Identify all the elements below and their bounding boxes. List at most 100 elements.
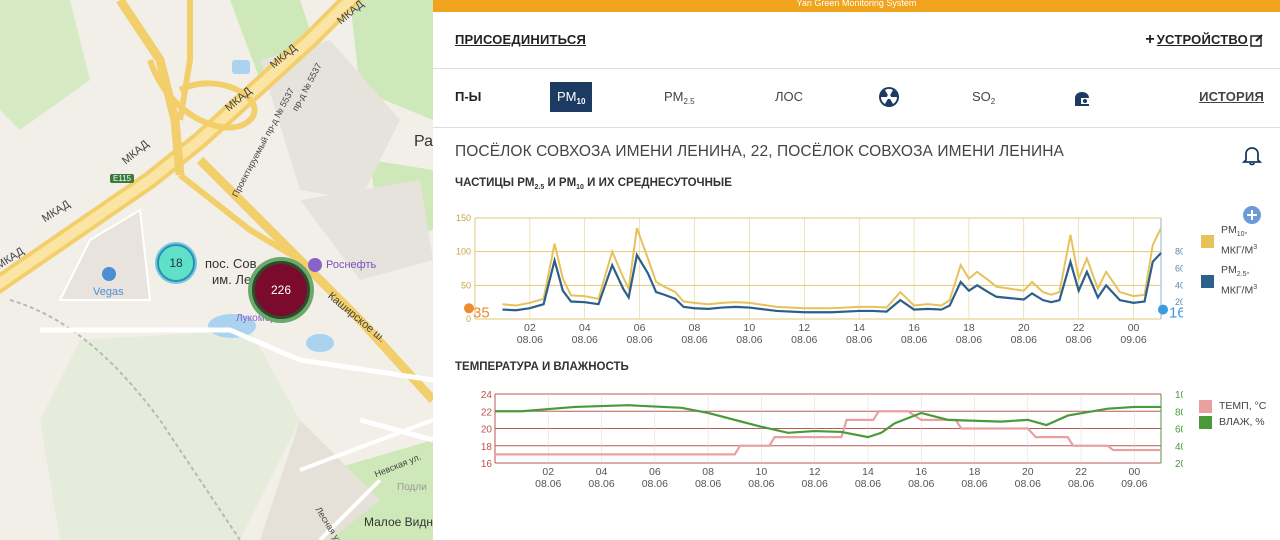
legend-pm10[interactable]: PM10, МКГ/М3	[1221, 224, 1257, 258]
pm-chart[interactable]: 050100150204060800208.060408.060608.0608…	[433, 205, 1183, 355]
station-panel: Yan Green Monitoring System ПРИСОЕДИНИТЬ…	[433, 0, 1280, 540]
x-tick-label: 00	[1129, 466, 1141, 478]
map-cluster-marker[interactable]: 226	[252, 261, 310, 319]
x-tick-label: 16	[908, 322, 920, 334]
add-device-button[interactable]: + УСТРОЙСТВО	[1145, 31, 1264, 47]
bell-icon[interactable]	[1241, 144, 1263, 166]
zoom-in-icon[interactable]	[1242, 205, 1262, 225]
title-part: ЧАСТИЦЫ PM	[455, 177, 535, 189]
x-tick-label: 08.06	[961, 478, 987, 490]
map-cluster-marker[interactable]: 18	[157, 244, 195, 282]
x-tick-label: 08.06	[855, 478, 881, 490]
x-tick-label: 16	[915, 466, 927, 478]
cluster-count: 226	[270, 283, 292, 297]
tab-radiation[interactable]	[878, 86, 900, 108]
x-tick-label: 08.06	[588, 478, 614, 490]
x-tick-label: 09.06	[1121, 478, 1147, 490]
legend-hum[interactable]: ВЛАЖ, %	[1219, 416, 1265, 429]
x-tick-label: 10	[756, 466, 768, 478]
x-tick-label: 08.06	[736, 334, 762, 346]
y-tick-label-right: 80	[1175, 407, 1183, 418]
x-tick-label: 12	[798, 322, 810, 334]
x-tick-label: 09.06	[1120, 334, 1146, 346]
x-tick-label: 04	[596, 466, 608, 478]
station-address: ПОСЁЛОК СОВХОЗА ИМЕНИ ЛЕНИНА, 22, ПОСЁЛО…	[455, 143, 1064, 160]
legend-sup: 3	[1253, 244, 1258, 251]
tab-pm10[interactable]: PM10	[550, 82, 593, 112]
x-tick-label: 22	[1073, 322, 1085, 334]
tab-label: PM	[664, 89, 684, 104]
radiation-icon	[879, 87, 899, 107]
shop-icon	[102, 267, 116, 281]
tab-label: SO	[972, 89, 991, 104]
legend-sup: 3	[1253, 284, 1258, 291]
top-banner: Yan Green Monitoring System	[433, 0, 1280, 12]
x-tick-label: 08.06	[535, 478, 561, 490]
panel-header: ПРИСОЕДИНИТЬСЯ + УСТРОЙСТВО	[455, 31, 1264, 48]
y-tick-label-left: 16	[481, 459, 493, 470]
tab-voc[interactable]: ЛОС	[775, 82, 803, 112]
tab-gas[interactable]	[1071, 86, 1093, 108]
cluster-count: 18	[169, 256, 183, 270]
divider	[433, 68, 1280, 69]
y-tick-label-left: 20	[481, 425, 493, 436]
tab-particles[interactable]: П-Ы	[455, 82, 481, 112]
y-tick-label-right: 20	[1175, 459, 1183, 470]
y-tick-label-right: 40	[1175, 442, 1183, 453]
map-label-settlement: Ра	[414, 133, 433, 150]
history-link[interactable]: ИСТОРИЯ	[1199, 82, 1264, 112]
legend-swatch-hum	[1199, 416, 1212, 429]
add-device-label: УСТРОЙСТВО	[1156, 32, 1248, 47]
x-tick-label: 08.06	[1068, 478, 1094, 490]
current-pm25-dot	[1158, 304, 1168, 315]
x-tick-label: 02	[542, 466, 554, 478]
x-tick-label: 00	[1128, 322, 1140, 334]
tab-label: ЛОС	[775, 89, 804, 104]
temp-humidity-chart[interactable]: 1618202224204060801000208.060408.060608.…	[433, 385, 1183, 495]
fuel-station-icon	[308, 258, 322, 272]
y-tick-label-left: 150	[456, 213, 471, 223]
x-tick-label: 10	[744, 322, 756, 334]
x-tick-label: 08.06	[1011, 334, 1037, 346]
x-tick-label: 14	[853, 322, 865, 334]
legend-swatch-pm25	[1201, 275, 1214, 288]
tab-label-sub: 2	[990, 97, 996, 106]
tab-label: PM	[557, 89, 577, 104]
tab-pm25[interactable]: PM2.5	[664, 82, 695, 112]
legend-pm25[interactable]: PM2.5, МКГ/М3	[1221, 264, 1257, 298]
x-tick-label: 08.06	[1066, 334, 1092, 346]
y-tick-label-right: 60	[1175, 425, 1183, 436]
y-tick-label-right: 40	[1175, 280, 1183, 290]
title-sub: 2.5	[534, 184, 545, 191]
map-label-poi: Роснефть	[326, 259, 377, 271]
x-tick-label: 20	[1022, 466, 1034, 478]
y-tick-label-left: 18	[481, 442, 493, 453]
legend-temp[interactable]: ТЕМП, °C	[1219, 400, 1266, 413]
x-tick-label: 18	[963, 322, 975, 334]
title-part: И PM	[544, 177, 577, 189]
title-part: И ИХ СРЕДНЕСУТОЧНЫЕ	[583, 177, 732, 189]
join-link[interactable]: ПРИСОЕДИНИТЬСЯ	[455, 32, 586, 47]
x-tick-label: 08.06	[908, 478, 934, 490]
y-tick-label-right: 80	[1175, 247, 1183, 257]
x-tick-label: 12	[809, 466, 821, 478]
y-tick-label-left: 22	[481, 407, 493, 418]
map-label-settlement: пос. Сов	[205, 256, 257, 271]
map-label-area: Подли	[397, 482, 427, 493]
x-tick-label: 08	[702, 466, 714, 478]
legend-label: PM	[1221, 224, 1237, 236]
x-tick-label: 08.06	[901, 334, 927, 346]
current-pm10-value: 35	[473, 305, 490, 322]
tab-so2[interactable]: SO2	[972, 82, 995, 112]
x-tick-label: 08.06	[802, 478, 828, 490]
x-tick-label: 08.06	[846, 334, 872, 346]
map[interactable]: МКАД МКАД МКАД МКАД МКАД МКАД пр-д № 553…	[0, 0, 433, 540]
map-label-settlement: им. Ле	[212, 272, 252, 287]
y-tick-label-right: 100	[1175, 390, 1183, 401]
y-tick-label-left: 50	[461, 280, 471, 290]
tab-label: П-Ы	[455, 89, 482, 104]
x-tick-label: 08.06	[572, 334, 598, 346]
pollutant-tabs: П-Ы PM10 PM2.5 ЛОС SO2 ИСТОРИЯ	[455, 82, 1264, 112]
x-tick-label: 20	[1018, 322, 1030, 334]
map-label-route: E115	[110, 174, 135, 183]
